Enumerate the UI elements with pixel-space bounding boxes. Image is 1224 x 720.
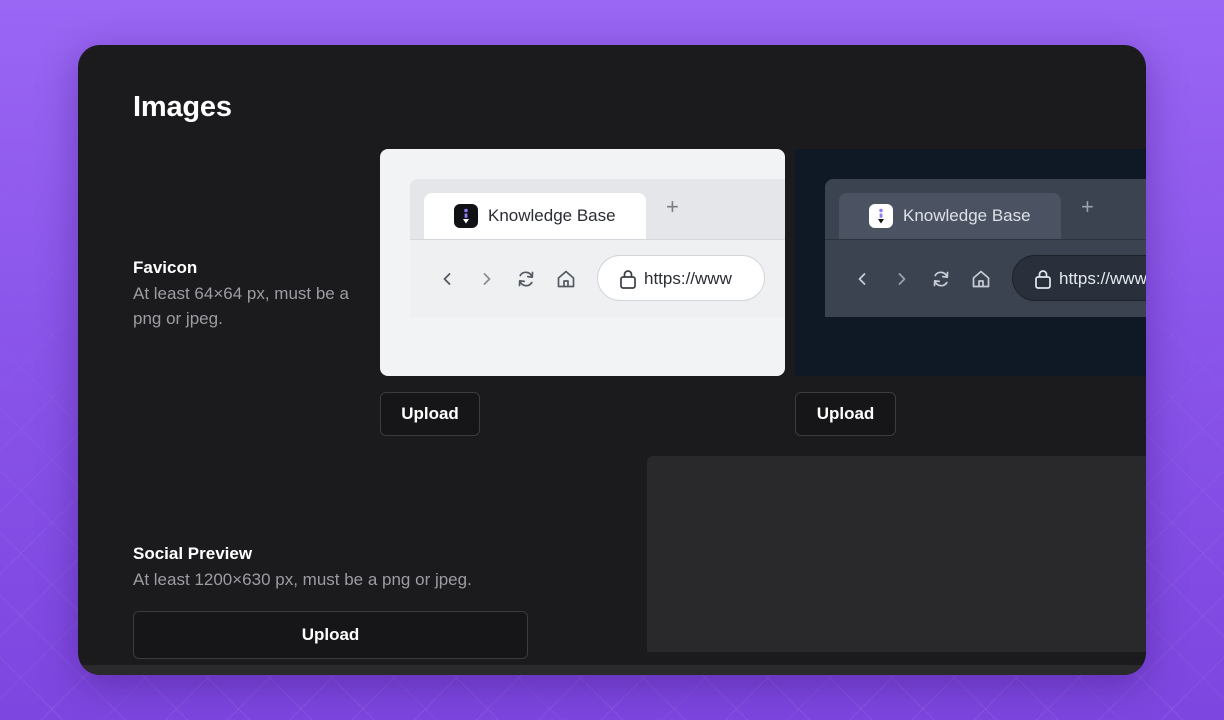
favicon-hint: At least 64×64 px, must be a png or jpeg… — [133, 284, 349, 328]
browser-tab: Knowledge Base — [839, 193, 1061, 239]
favicon-preview-light: Knowledge Base + https://www — [380, 149, 785, 376]
browser-toolbar: https://www — [825, 239, 1146, 317]
social-preview-hint: At least 1200×630 px, must be a png or j… — [133, 570, 472, 589]
upload-favicon-dark-button[interactable]: Upload — [795, 392, 896, 436]
reload-icon — [518, 271, 534, 287]
tab-title: Knowledge Base — [488, 206, 616, 225]
tab-title: Knowledge Base — [903, 206, 1031, 225]
browser-tab: Knowledge Base — [424, 193, 646, 292]
favicon-icon — [869, 204, 893, 228]
favicon-preview-dark: Knowledge Base + https://www — [795, 149, 1146, 376]
home-icon — [557, 270, 575, 288]
new-tab-icon: + — [666, 194, 679, 219]
lock-icon — [1035, 270, 1051, 289]
url-bar: https://www — [1012, 255, 1146, 301]
browser-mock: Knowledge Base + https://www — [825, 179, 1146, 317]
chevron-left-icon — [443, 273, 451, 285]
url-text: https://www — [644, 269, 732, 288]
social-preview-image — [647, 456, 1146, 652]
lock-icon — [620, 270, 636, 289]
favicon-label: Favicon — [133, 258, 198, 277]
new-tab-icon: + — [1081, 194, 1094, 219]
browser-mock: Knowledge Base + https://www — [410, 179, 785, 317]
page-title: Images — [133, 91, 232, 123]
home-icon — [972, 270, 990, 288]
favicon-icon — [454, 204, 478, 228]
reload-icon — [933, 271, 949, 287]
window-bottom-edge — [78, 665, 1146, 675]
upload-social-preview-button[interactable]: Upload — [133, 611, 528, 659]
social-preview-label: Social Preview — [133, 544, 253, 563]
url-bar: https://www — [597, 255, 765, 301]
chevron-right-icon — [898, 273, 906, 285]
upload-favicon-light-button[interactable]: Upload — [380, 392, 480, 436]
chevron-right-icon — [483, 273, 491, 285]
url-text: https://www — [1059, 269, 1146, 288]
chevron-left-icon — [858, 273, 866, 285]
settings-window: Images Favicon At least 64×64 px, must b… — [78, 45, 1146, 675]
browser-toolbar: https://www — [410, 239, 785, 317]
